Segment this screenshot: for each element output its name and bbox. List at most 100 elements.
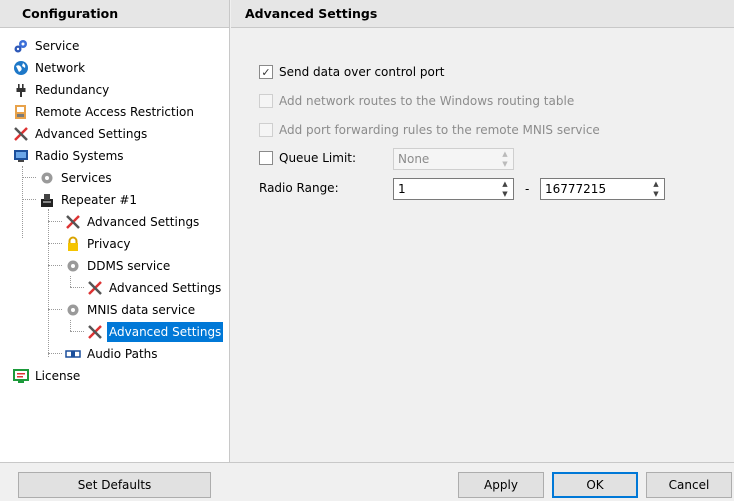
queue-limit-label: Queue Limit: <box>279 151 357 165</box>
radio-range-from-spinner[interactable]: 1 ▲ ▼ <box>393 178 514 200</box>
spinner-arrows[interactable]: ▲ ▼ <box>650 180 662 198</box>
radio-range-label: Radio Range: <box>259 181 339 195</box>
lock-icon <box>64 235 82 253</box>
tree-item-services[interactable]: Services <box>38 168 114 188</box>
tree-item-radio-systems[interactable]: Radio Systems <box>12 146 126 166</box>
configuration-panel: Configuration Service Network Redundancy… <box>0 0 230 462</box>
spin-down-icon[interactable]: ▼ <box>653 190 658 198</box>
tree-line <box>70 287 84 288</box>
tree-line <box>70 331 84 332</box>
remote-access-icon <box>12 103 30 121</box>
tree-item-label: Advanced Settings <box>107 322 224 342</box>
tree-item-label: Advanced Settings <box>87 215 200 229</box>
set-defaults-button[interactable]: Set Defaults <box>18 472 211 498</box>
send-data-checkbox[interactable]: ✓ <box>259 65 273 79</box>
tree-item-audio-paths[interactable]: Audio Paths <box>64 344 160 364</box>
port-forwarding-option: Add port forwarding rules to the remote … <box>259 120 600 140</box>
spin-down-icon: ▼ <box>502 160 508 168</box>
range-dash: - <box>525 182 530 196</box>
tree-line <box>48 209 49 357</box>
advanced-settings-panel: Advanced Settings ✓ Send data over contr… <box>231 0 734 462</box>
gear-icon <box>38 169 56 187</box>
queue-limit-value: None <box>398 152 430 166</box>
radio-range-separator: - <box>525 179 529 199</box>
apply-button[interactable]: Apply <box>458 472 544 498</box>
radio-systems-icon <box>12 147 30 165</box>
spin-up-icon[interactable]: ▲ <box>653 180 658 188</box>
tree-item-label: License <box>35 369 81 383</box>
send-data-option[interactable]: ✓ Send data over control port <box>259 62 444 82</box>
radio-range-to-value[interactable]: 16777215 <box>545 182 606 196</box>
tree-item-label: Network <box>35 61 86 75</box>
tree-item-label: Repeater #1 <box>61 193 138 207</box>
audio-paths-icon <box>64 345 82 363</box>
tools-icon <box>86 323 104 341</box>
tree-item-label: Audio Paths <box>87 347 158 361</box>
tree-item-label: Remote Access Restriction <box>35 105 194 119</box>
add-routes-label: Add network routes to the Windows routin… <box>279 94 575 108</box>
tree-item-mnis-advanced-settings[interactable]: Advanced Settings <box>86 322 224 342</box>
tree-item-repeater-1[interactable]: Repeater #1 <box>38 190 139 210</box>
tree-item-ddms-service[interactable]: DDMS service <box>64 256 172 276</box>
tree-line <box>70 276 71 287</box>
spin-up-icon[interactable]: ▲ <box>502 180 507 188</box>
spin-down-icon[interactable]: ▼ <box>502 190 507 198</box>
tree-item-label: Services <box>61 171 112 185</box>
tree-item-redundancy[interactable]: Redundancy <box>12 80 111 100</box>
tree-item-advanced-settings[interactable]: Advanced Settings <box>12 124 149 144</box>
port-forwarding-checkbox <box>259 123 273 137</box>
send-data-label: Send data over control port <box>279 65 445 79</box>
tree-line <box>70 320 71 331</box>
tree-item-privacy[interactable]: Privacy <box>64 234 132 254</box>
queue-limit-spinner: None ▲ ▼ <box>393 148 514 170</box>
tree-line <box>48 221 62 222</box>
spinner-arrows: ▲ ▼ <box>499 150 511 168</box>
tree-line <box>48 243 62 244</box>
license-icon <box>12 367 30 385</box>
tree-item-label: Redundancy <box>35 83 110 97</box>
spin-up-icon: ▲ <box>502 150 508 158</box>
ok-button[interactable]: OK <box>552 472 638 498</box>
add-routes-checkbox <box>259 94 273 108</box>
bottom-button-bar: Set Defaults Apply OK Cancel <box>0 462 734 501</box>
radio-range-from-value[interactable]: 1 <box>398 182 406 196</box>
tree-item-service[interactable]: Service <box>12 36 81 56</box>
gear-icon <box>64 301 82 319</box>
tree-item-license[interactable]: License <box>12 366 82 386</box>
gear-icon <box>64 257 82 275</box>
tree-item-mnis-data-service[interactable]: MNIS data service <box>64 300 197 320</box>
tree-item-label: Advanced Settings <box>35 127 148 141</box>
spinner-arrows[interactable]: ▲ ▼ <box>499 180 511 198</box>
tree-item-label: Service <box>35 39 80 53</box>
radio-range-row: Radio Range: <box>259 178 339 198</box>
configuration-header: Configuration <box>0 0 229 28</box>
network-globe-icon <box>12 59 30 77</box>
tree-line <box>48 353 62 354</box>
tree-line <box>22 177 36 178</box>
tools-icon <box>64 213 82 231</box>
add-routes-option: Add network routes to the Windows routin… <box>259 91 574 111</box>
advanced-settings-header: Advanced Settings <box>231 0 734 28</box>
tree-item-label: DDMS service <box>87 259 171 273</box>
tree-item-ddms-advanced-settings[interactable]: Advanced Settings <box>86 278 223 298</box>
tree-line <box>48 265 62 266</box>
tools-icon <box>86 279 104 297</box>
repeater-icon <box>38 191 56 209</box>
tree-item-label: Radio Systems <box>35 149 124 163</box>
configuration-tree: Service Network Redundancy Remote Access… <box>0 28 229 383</box>
tree-item-label: MNIS data service <box>87 303 196 317</box>
tree-line <box>22 199 36 200</box>
queue-limit-checkbox[interactable] <box>259 151 273 165</box>
tools-icon <box>12 125 30 143</box>
power-plug-icon <box>12 81 30 99</box>
tree-item-network[interactable]: Network <box>12 58 87 78</box>
tree-item-label: Advanced Settings <box>109 281 222 295</box>
tree-item-repeater-advanced-settings[interactable]: Advanced Settings <box>64 212 201 232</box>
queue-limit-option[interactable]: Queue Limit: <box>259 148 356 168</box>
cancel-button[interactable]: Cancel <box>646 472 732 498</box>
tree-item-remote-access-restriction[interactable]: Remote Access Restriction <box>12 102 196 122</box>
tree-line <box>48 309 62 310</box>
radio-range-to-spinner[interactable]: 16777215 ▲ ▼ <box>540 178 665 200</box>
service-gears-icon <box>12 37 30 55</box>
port-forwarding-label: Add port forwarding rules to the remote … <box>279 123 600 137</box>
